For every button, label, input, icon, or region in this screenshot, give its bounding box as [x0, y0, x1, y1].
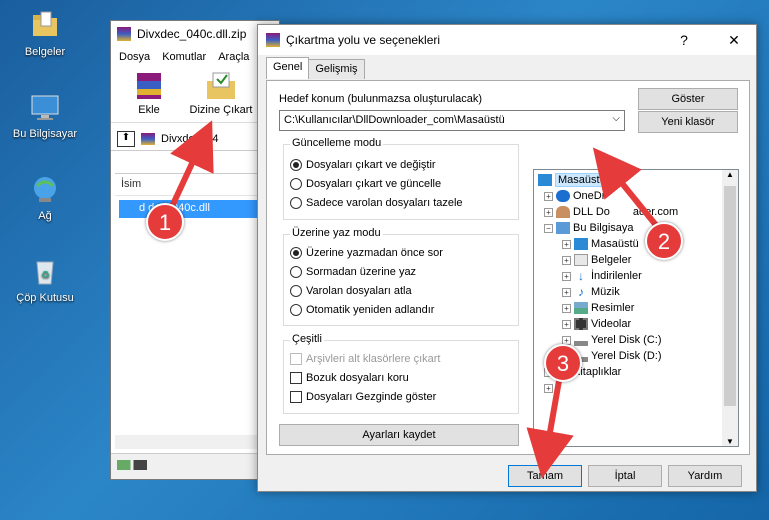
annotation-arrows: [165, 120, 671, 479]
step-3-marker: 3: [544, 344, 582, 382]
step-2-marker: 2: [645, 222, 683, 260]
arrow-3: [526, 374, 574, 479]
step-1-marker: 1: [146, 203, 184, 241]
